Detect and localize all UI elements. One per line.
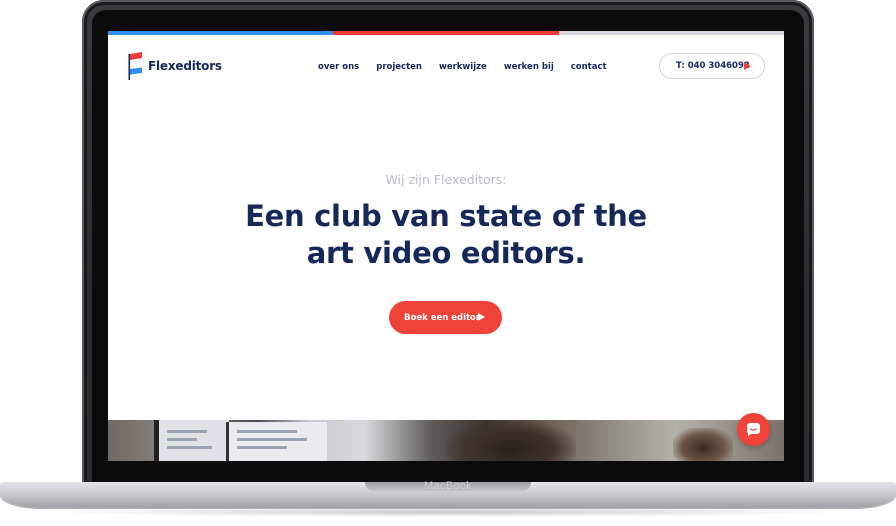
chat-bubble-icon <box>747 423 760 437</box>
chat-launcher[interactable] <box>737 413 770 446</box>
hero-headline-line1: Een club van state of the <box>245 199 647 233</box>
nav-contact[interactable]: contact <box>571 62 607 72</box>
main-nav: over ons projecten werkwijze werken bij … <box>318 62 607 72</box>
play-icon <box>478 313 485 321</box>
photo-person <box>446 420 576 461</box>
book-editor-button[interactable]: Boek een editor <box>389 301 502 334</box>
phone-label: T: 040 3046092 <box>676 61 750 71</box>
website-screen: Flexeditors over ons projecten werkwijze… <box>108 31 784 461</box>
hero-headline-line2: art video editors. <box>306 236 586 270</box>
stripe-red <box>333 31 559 35</box>
photo-monitor <box>226 422 327 461</box>
photo-monitor <box>154 420 229 461</box>
stripe-blue <box>108 31 334 35</box>
laptop-shadow <box>40 507 856 517</box>
nav-werkwijze[interactable]: werkwijze <box>439 62 487 72</box>
phone-button[interactable]: T: 040 3046092 <box>659 53 765 79</box>
logo-text: Flexeditors <box>148 59 222 73</box>
flag-logo-icon <box>128 52 142 80</box>
device-brand-label: MacBook <box>424 480 472 492</box>
hero-headline: Een club van state of the art video edit… <box>108 198 784 272</box>
hero-eyebrow: Wij zijn Flexeditors: <box>385 172 507 187</box>
play-icon <box>744 62 751 70</box>
logo[interactable]: Flexeditors <box>127 52 222 80</box>
book-editor-label: Boek een editor <box>404 312 481 323</box>
stripe-grey <box>558 31 784 35</box>
photo-person <box>673 428 733 461</box>
hero-photo <box>108 420 784 461</box>
nav-werken-bij[interactable]: werken bij <box>504 62 554 72</box>
nav-over-ons[interactable]: over ons <box>318 62 359 72</box>
nav-projecten[interactable]: projecten <box>376 62 422 72</box>
top-color-stripe <box>108 31 784 35</box>
